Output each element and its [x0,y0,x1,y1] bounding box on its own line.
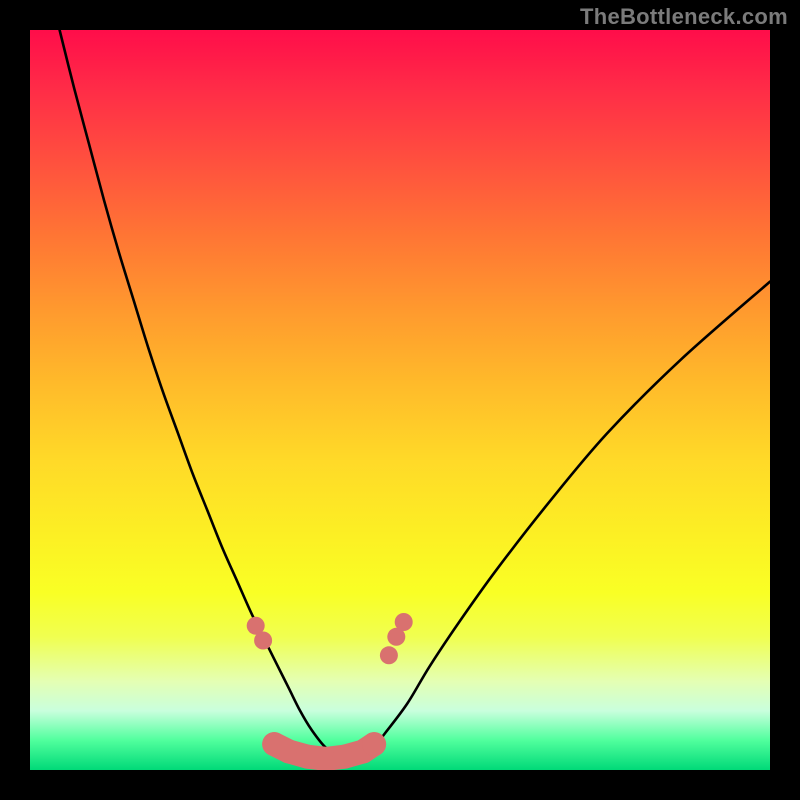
chart-frame: TheBottleneck.com [0,0,800,800]
watermark-text: TheBottleneck.com [580,4,788,30]
recommended-zone-markers [30,30,770,770]
plot-area [30,30,770,770]
